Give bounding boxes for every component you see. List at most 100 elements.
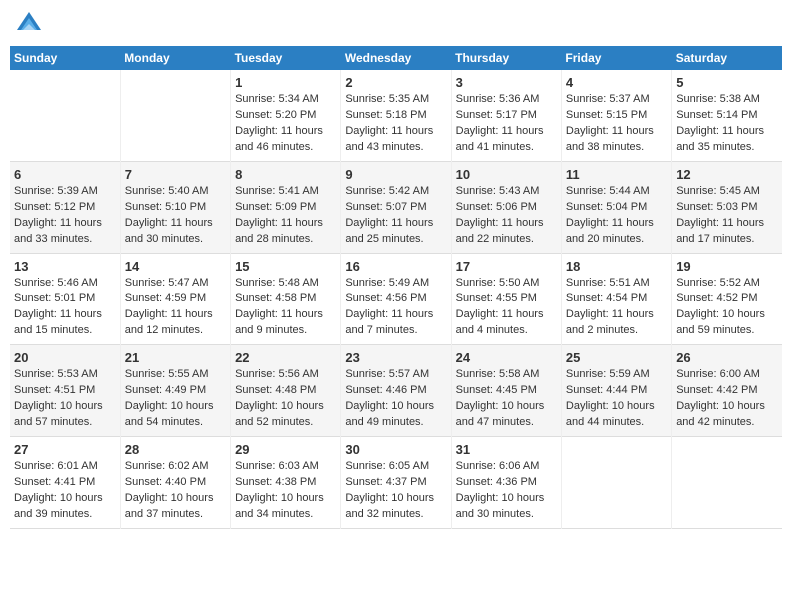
day-info: Sunrise: 5:59 AM Sunset: 4:44 PM Dayligh… <box>566 367 667 431</box>
day-info: Sunrise: 5:34 AM Sunset: 5:20 PM Dayligh… <box>235 92 336 156</box>
calendar-cell: 11 Sunrise: 5:44 AM Sunset: 5:04 PM Dayli… <box>561 161 671 253</box>
col-header-thursday: Thursday <box>451 46 561 70</box>
day-number: 22 <box>235 350 336 365</box>
day-number: 1 <box>235 75 336 90</box>
calendar-cell: 6Sunrise: 5:39 AM Sunset: 5:12 PM Daylig… <box>10 161 120 253</box>
day-number: 11 <box>566 167 667 182</box>
calendar-cell: 10 Sunrise: 5:43 AM Sunset: 5:06 PM Dayli… <box>451 161 561 253</box>
day-number: 10 <box>456 167 557 182</box>
day-info: Sunrise: 5:44 AM Sunset: 5:04 PM Dayligh… <box>566 184 667 248</box>
day-info: Sunrise: 5:37 AM Sunset: 5:15 PM Dayligh… <box>566 92 667 156</box>
day-info: Sunrise: 5:53 AM Sunset: 4:51 PM Dayligh… <box>14 367 116 431</box>
day-number: 24 <box>456 350 557 365</box>
day-number: 21 <box>125 350 226 365</box>
calendar-cell: 23Sunrise: 5:57 AM Sunset: 4:46 PM Dayli… <box>341 345 451 437</box>
calendar-cell <box>120 70 230 161</box>
day-number: 26 <box>676 350 778 365</box>
calendar-cell: 2 Sunrise: 5:35 AM Sunset: 5:18 PM Daylig… <box>341 70 451 161</box>
calendar-cell <box>561 437 671 529</box>
col-header-wednesday: Wednesday <box>341 46 451 70</box>
day-number: 17 <box>456 259 557 274</box>
calendar-cell: 14 Sunrise: 5:47 AM Sunset: 4:59 PM Dayli… <box>120 253 230 345</box>
calendar-cell: 21 Sunrise: 5:55 AM Sunset: 4:49 PM Dayli… <box>120 345 230 437</box>
day-info: Sunrise: 5:48 AM Sunset: 4:58 PM Dayligh… <box>235 276 336 340</box>
calendar-cell: 3 Sunrise: 5:36 AM Sunset: 5:17 PM Daylig… <box>451 70 561 161</box>
day-number: 9 <box>345 167 446 182</box>
col-header-monday: Monday <box>120 46 230 70</box>
day-info: Sunrise: 6:03 AM Sunset: 4:38 PM Dayligh… <box>235 459 336 523</box>
day-number: 4 <box>566 75 667 90</box>
day-number: 12 <box>676 167 778 182</box>
day-info: Sunrise: 5:42 AM Sunset: 5:07 PM Dayligh… <box>345 184 446 248</box>
day-number: 3 <box>456 75 557 90</box>
day-number: 5 <box>676 75 778 90</box>
calendar-cell: 30 Sunrise: 6:05 AM Sunset: 4:37 PM Dayli… <box>341 437 451 529</box>
day-info: Sunrise: 5:55 AM Sunset: 4:49 PM Dayligh… <box>125 367 226 431</box>
day-number: 27 <box>14 442 116 457</box>
page-header <box>10 10 782 38</box>
day-info: Sunrise: 5:50 AM Sunset: 4:55 PM Dayligh… <box>456 276 557 340</box>
day-number: 2 <box>345 75 446 90</box>
calendar-cell: 12Sunrise: 5:45 AM Sunset: 5:03 PM Dayli… <box>672 161 782 253</box>
calendar-table: SundayMondayTuesdayWednesdayThursdayFrid… <box>10 46 782 529</box>
calendar-cell: 31 Sunrise: 6:06 AM Sunset: 4:36 PM Dayli… <box>451 437 561 529</box>
day-number: 16 <box>345 259 446 274</box>
week-row-5: 27 Sunrise: 6:01 AM Sunset: 4:41 PM Dayli… <box>10 437 782 529</box>
calendar-cell: 26 Sunrise: 6:00 AM Sunset: 4:42 PM Dayli… <box>672 345 782 437</box>
calendar-cell: 4 Sunrise: 5:37 AM Sunset: 5:15 PM Daylig… <box>561 70 671 161</box>
calendar-cell: 5 Sunrise: 5:38 AM Sunset: 5:14 PM Daylig… <box>672 70 782 161</box>
col-header-sunday: Sunday <box>10 46 120 70</box>
day-info: Sunrise: 6:00 AM Sunset: 4:42 PM Dayligh… <box>676 367 778 431</box>
calendar-cell: 1 Sunrise: 5:34 AM Sunset: 5:20 PM Daylig… <box>231 70 341 161</box>
calendar-cell: 9 Sunrise: 5:42 AM Sunset: 5:07 PM Daylig… <box>341 161 451 253</box>
day-number: 29 <box>235 442 336 457</box>
day-number: 30 <box>345 442 446 457</box>
day-info: Sunrise: 5:38 AM Sunset: 5:14 PM Dayligh… <box>676 92 778 156</box>
day-number: 19 <box>676 259 778 274</box>
calendar-cell: 16Sunrise: 5:49 AM Sunset: 4:56 PM Dayli… <box>341 253 451 345</box>
calendar-cell <box>672 437 782 529</box>
day-info: Sunrise: 5:47 AM Sunset: 4:59 PM Dayligh… <box>125 276 226 340</box>
calendar-cell: 20 Sunrise: 5:53 AM Sunset: 4:51 PM Dayli… <box>10 345 120 437</box>
calendar-cell: 8Sunrise: 5:41 AM Sunset: 5:09 PM Daylig… <box>231 161 341 253</box>
week-row-1: 1 Sunrise: 5:34 AM Sunset: 5:20 PM Daylig… <box>10 70 782 161</box>
day-info: Sunrise: 6:01 AM Sunset: 4:41 PM Dayligh… <box>14 459 116 523</box>
calendar-cell: 19 Sunrise: 5:52 AM Sunset: 4:52 PM Dayli… <box>672 253 782 345</box>
calendar-cell: 29 Sunrise: 6:03 AM Sunset: 4:38 PM Dayli… <box>231 437 341 529</box>
calendar-header: SundayMondayTuesdayWednesdayThursdayFrid… <box>10 46 782 70</box>
col-header-saturday: Saturday <box>672 46 782 70</box>
day-info: Sunrise: 5:41 AM Sunset: 5:09 PM Dayligh… <box>235 184 336 248</box>
day-number: 31 <box>456 442 557 457</box>
col-header-friday: Friday <box>561 46 671 70</box>
day-number: 15 <box>235 259 336 274</box>
day-number: 14 <box>125 259 226 274</box>
day-info: Sunrise: 5:58 AM Sunset: 4:45 PM Dayligh… <box>456 367 557 431</box>
day-info: Sunrise: 5:36 AM Sunset: 5:17 PM Dayligh… <box>456 92 557 156</box>
day-number: 28 <box>125 442 226 457</box>
calendar-cell: 22 Sunrise: 5:56 AM Sunset: 4:48 PM Dayli… <box>231 345 341 437</box>
calendar-cell: 13Sunrise: 5:46 AM Sunset: 5:01 PM Dayli… <box>10 253 120 345</box>
week-row-4: 20 Sunrise: 5:53 AM Sunset: 4:51 PM Dayli… <box>10 345 782 437</box>
calendar-cell: 15 Sunrise: 5:48 AM Sunset: 4:58 PM Dayli… <box>231 253 341 345</box>
logo-icon <box>15 10 43 38</box>
calendar-cell: 18Sunrise: 5:51 AM Sunset: 4:54 PM Dayli… <box>561 253 671 345</box>
day-info: Sunrise: 6:06 AM Sunset: 4:36 PM Dayligh… <box>456 459 557 523</box>
day-number: 13 <box>14 259 116 274</box>
day-info: Sunrise: 6:05 AM Sunset: 4:37 PM Dayligh… <box>345 459 446 523</box>
day-info: Sunrise: 5:35 AM Sunset: 5:18 PM Dayligh… <box>345 92 446 156</box>
day-number: 6 <box>14 167 116 182</box>
day-info: Sunrise: 5:52 AM Sunset: 4:52 PM Dayligh… <box>676 276 778 340</box>
day-number: 20 <box>14 350 116 365</box>
col-header-tuesday: Tuesday <box>231 46 341 70</box>
day-info: Sunrise: 5:56 AM Sunset: 4:48 PM Dayligh… <box>235 367 336 431</box>
calendar-cell: 27 Sunrise: 6:01 AM Sunset: 4:41 PM Dayli… <box>10 437 120 529</box>
day-number: 25 <box>566 350 667 365</box>
logo <box>15 10 47 38</box>
calendar-cell: 24 Sunrise: 5:58 AM Sunset: 4:45 PM Dayli… <box>451 345 561 437</box>
week-row-3: 13Sunrise: 5:46 AM Sunset: 5:01 PM Dayli… <box>10 253 782 345</box>
day-info: Sunrise: 5:51 AM Sunset: 4:54 PM Dayligh… <box>566 276 667 340</box>
day-info: Sunrise: 5:43 AM Sunset: 5:06 PM Dayligh… <box>456 184 557 248</box>
calendar-cell: 7Sunrise: 5:40 AM Sunset: 5:10 PM Daylig… <box>120 161 230 253</box>
week-row-2: 6Sunrise: 5:39 AM Sunset: 5:12 PM Daylig… <box>10 161 782 253</box>
day-number: 7 <box>125 167 226 182</box>
